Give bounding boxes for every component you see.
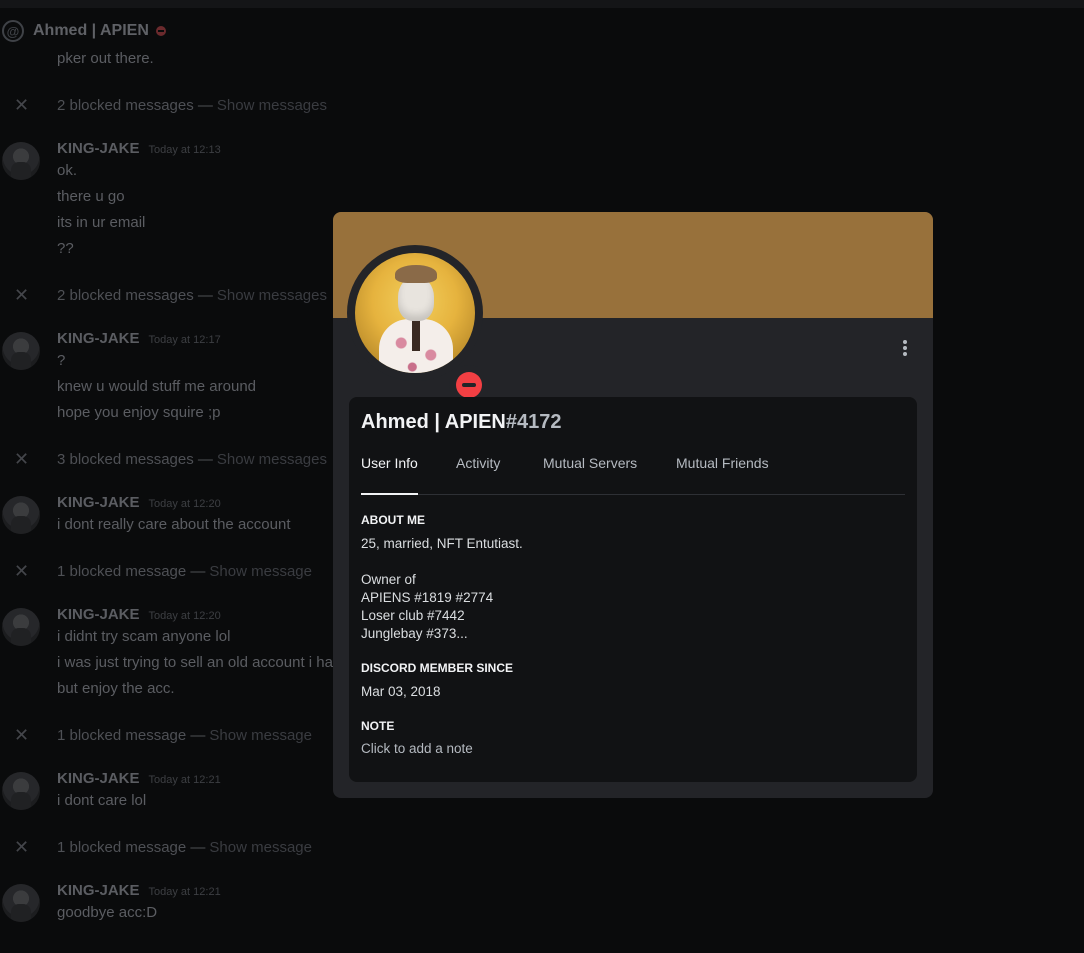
- about-me-line: Loser club #7442: [361, 608, 465, 623]
- dnd-status-icon: [155, 26, 166, 36]
- message-header: KING-JAKE Today at 12:20: [57, 494, 221, 511]
- close-icon: ✕: [13, 561, 30, 581]
- message-text: i was just trying to sell an old account…: [57, 654, 333, 671]
- message-text: ??: [57, 240, 74, 257]
- about-me-line: Owner of: [361, 572, 416, 587]
- blocked-messages-row: ✕ 2 blocked messages — Show messages: [0, 284, 327, 306]
- avatar[interactable]: [2, 772, 40, 810]
- user-profile-modal: Ahmed | APIEN#4172 User Info Activity Mu…: [333, 212, 933, 798]
- message-text: i dont care lol: [57, 792, 147, 809]
- profile-tabs: User Info Activity Mutual Servers Mutual…: [361, 453, 905, 495]
- blocked-messages-row: ✕ 1 blocked message — Show message: [0, 836, 312, 858]
- tab-activity[interactable]: Activity: [456, 455, 500, 495]
- message-header: KING-JAKE Today at 12:21: [57, 770, 221, 787]
- blocked-messages-row: ✕ 2 blocked messages — Show messages: [0, 94, 327, 116]
- message-header: KING-JAKE Today at 12:13: [57, 140, 221, 157]
- show-messages-link[interactable]: Show messages: [217, 451, 327, 468]
- blocked-count: 1 blocked message —: [57, 838, 206, 856]
- about-me-line: 25, married, NFT Entutiast.: [361, 536, 523, 551]
- message-text: hope you enjoy squire ;p: [57, 404, 221, 421]
- dm-header-name[interactable]: Ahmed | APIEN: [33, 22, 149, 40]
- message-text: pker out there.: [57, 50, 154, 67]
- profile-card: Ahmed | APIEN#4172 User Info Activity Mu…: [349, 397, 917, 782]
- blocked-messages-row: ✕ 1 blocked message — Show message: [0, 560, 312, 582]
- message-text: ok.: [57, 162, 78, 179]
- blocked-count: 1 blocked message —: [57, 726, 206, 744]
- close-icon: ✕: [13, 725, 30, 745]
- author-name[interactable]: KING-JAKE: [57, 494, 140, 511]
- blocked-messages-row: ✕ 1 blocked message — Show message: [0, 724, 312, 746]
- message-text: ?: [57, 352, 66, 369]
- timestamp: Today at 12:20: [148, 610, 221, 622]
- timestamp: Today at 12:20: [148, 498, 221, 510]
- tab-mutual-servers[interactable]: Mutual Servers: [543, 455, 637, 495]
- blocked-count: 2 blocked messages —: [57, 286, 213, 304]
- timestamp: Today at 12:21: [148, 774, 221, 786]
- message-text: its in ur email: [57, 214, 146, 231]
- dm-header: @ Ahmed | APIEN: [0, 18, 166, 44]
- message-header: KING-JAKE Today at 12:21: [57, 882, 221, 899]
- username-text: Ahmed | APIEN: [361, 411, 506, 433]
- blocked-count: 2 blocked messages —: [57, 96, 213, 114]
- message-text: knew u would stuff me around: [57, 378, 257, 395]
- at-icon: @: [2, 20, 24, 42]
- message-header: KING-JAKE Today at 12:20: [57, 606, 221, 623]
- member-since-heading: DISCORD MEMBER SINCE: [361, 661, 514, 675]
- message-header: KING-JAKE Today at 12:17: [57, 330, 221, 347]
- show-messages-link[interactable]: Show message: [209, 563, 312, 580]
- avatar[interactable]: [2, 496, 40, 534]
- note-input[interactable]: Click to add a note: [361, 741, 473, 756]
- show-messages-link[interactable]: Show messages: [217, 287, 327, 304]
- about-me-line: APIENS #1819 #2774: [361, 590, 494, 605]
- timestamp: Today at 12:21: [148, 886, 221, 898]
- author-name[interactable]: KING-JAKE: [57, 140, 140, 157]
- avatar-image: [355, 253, 475, 373]
- close-icon: ✕: [13, 285, 30, 305]
- profile-avatar[interactable]: [347, 245, 489, 405]
- profile-username: Ahmed | APIEN#4172: [361, 411, 562, 434]
- blocked-count: 1 blocked message —: [57, 562, 206, 580]
- show-messages-link[interactable]: Show message: [209, 839, 312, 856]
- note-heading: NOTE: [361, 719, 395, 733]
- avatar[interactable]: [2, 142, 40, 180]
- blocked-messages-row: ✕ 3 blocked messages — Show messages: [0, 448, 327, 470]
- show-messages-link[interactable]: Show messages: [217, 97, 327, 114]
- tab-user-info[interactable]: User Info: [361, 455, 418, 495]
- avatar[interactable]: [2, 608, 40, 646]
- tab-mutual-friends[interactable]: Mutual Friends: [676, 455, 769, 495]
- message-text: i didnt try scam anyone lol: [57, 628, 231, 645]
- message-text: but enjoy the acc.: [57, 680, 175, 697]
- timestamp: Today at 12:17: [148, 334, 221, 346]
- author-name[interactable]: KING-JAKE: [57, 882, 140, 899]
- message-text: i dont really care about the account: [57, 516, 291, 533]
- about-me-line: Junglebay #373...: [361, 626, 468, 641]
- member-since-date: Mar 03, 2018: [361, 684, 441, 699]
- about-me-heading: ABOUT ME: [361, 513, 425, 527]
- close-icon: ✕: [13, 449, 30, 469]
- discriminator: #4172: [505, 411, 562, 433]
- avatar[interactable]: [2, 884, 40, 922]
- message-text: there u go: [57, 188, 125, 205]
- author-name[interactable]: KING-JAKE: [57, 770, 140, 787]
- window-top-bar: [0, 0, 1084, 8]
- message-text: goodbye acc:D: [57, 904, 158, 921]
- timestamp: Today at 12:13: [148, 144, 221, 156]
- show-messages-link[interactable]: Show message: [209, 727, 312, 744]
- close-icon: ✕: [13, 95, 30, 115]
- author-name[interactable]: KING-JAKE: [57, 606, 140, 623]
- avatar[interactable]: [2, 332, 40, 370]
- author-name[interactable]: KING-JAKE: [57, 330, 140, 347]
- close-icon: ✕: [13, 837, 30, 857]
- blocked-count: 3 blocked messages —: [57, 450, 213, 468]
- more-options-icon[interactable]: [895, 336, 915, 360]
